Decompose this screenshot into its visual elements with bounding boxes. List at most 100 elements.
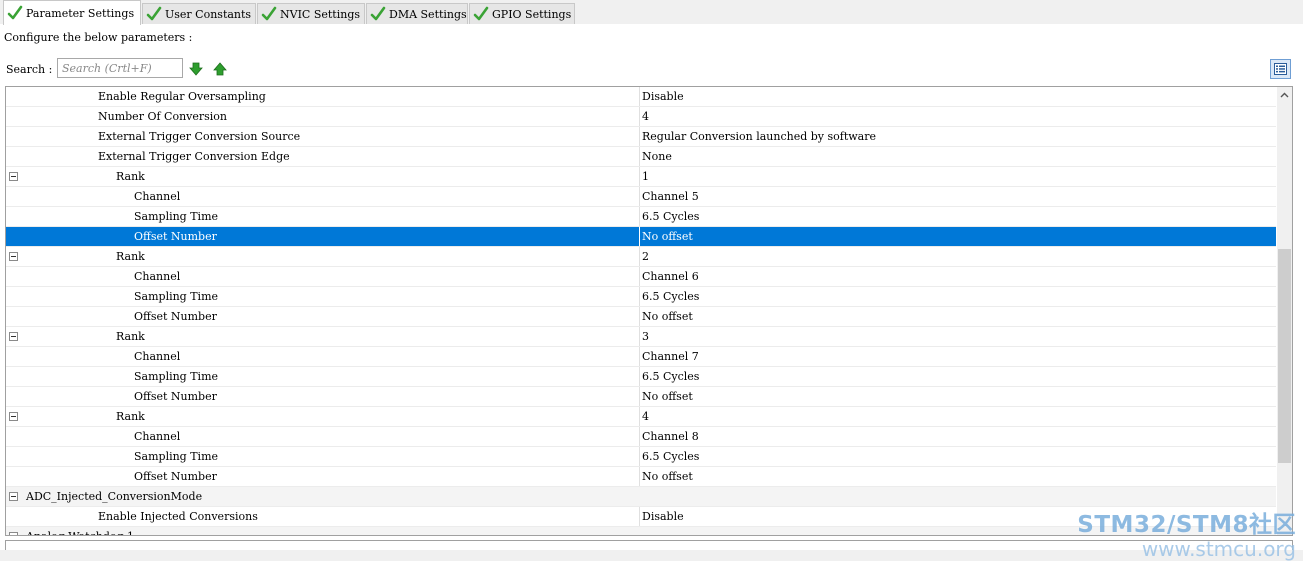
group-row[interactable]: Analog Watchdog 1 — [6, 527, 1276, 535]
tab-parameter-settings[interactable]: Parameter Settings — [3, 0, 141, 25]
check-icon — [146, 6, 162, 21]
column-divider — [639, 387, 640, 406]
search-input[interactable] — [57, 58, 183, 78]
parameter-value[interactable]: 6.5 Cycles — [642, 210, 699, 223]
collapse-icon[interactable] — [9, 172, 18, 181]
parameter-name: Sampling Time — [134, 290, 219, 303]
search-previous-button[interactable] — [212, 61, 228, 77]
column-divider — [639, 227, 640, 246]
chevron-up-icon — [1280, 92, 1289, 97]
column-divider — [639, 207, 640, 226]
parameter-name: Rank — [116, 410, 145, 423]
parameter-value[interactable]: Channel 8 — [642, 430, 699, 443]
tab-user-constants[interactable]: User Constants — [142, 3, 256, 24]
tab-gpio-settings[interactable]: GPIO Settings — [469, 3, 575, 24]
collapse-icon[interactable] — [9, 332, 18, 341]
column-divider — [639, 347, 640, 366]
parameter-value[interactable]: Disable — [642, 90, 684, 103]
parameter-value[interactable]: Channel 7 — [642, 350, 699, 363]
table-row[interactable]: Rank 2 — [6, 247, 1276, 267]
table-row[interactable]: Offset Number No offset — [6, 467, 1276, 487]
scrollbar-thumb[interactable] — [1278, 249, 1291, 463]
table-row[interactable]: Sampling Time 6.5 Cycles — [6, 447, 1276, 467]
table-row[interactable]: External Trigger Conversion Edge None — [6, 147, 1276, 167]
table-row[interactable]: Channel Channel 5 — [6, 187, 1276, 207]
tab-dma-settings[interactable]: DMA Settings — [366, 3, 468, 24]
parameter-name: External Trigger Conversion Edge — [98, 150, 290, 163]
table-row[interactable]: Offset Number No offset — [6, 387, 1276, 407]
parameter-value[interactable]: No offset — [642, 470, 693, 483]
column-divider — [639, 87, 640, 106]
parameter-value[interactable]: 1 — [642, 170, 649, 183]
check-icon — [7, 5, 23, 20]
parameter-value[interactable]: 4 — [642, 110, 649, 123]
table-row[interactable]: Offset Number No offset — [6, 227, 1276, 247]
parameter-value[interactable]: 6.5 Cycles — [642, 290, 699, 303]
parameter-value[interactable]: 4 — [642, 410, 649, 423]
parameter-name: Offset Number — [134, 390, 217, 403]
table-row[interactable]: Rank 1 — [6, 167, 1276, 187]
table-row[interactable]: Rank 4 — [6, 407, 1276, 427]
search-label: Search : — [6, 63, 53, 76]
column-divider — [639, 267, 640, 286]
list-view-button[interactable] — [1270, 59, 1291, 79]
tab-bar: Parameter Settings User Constants NVIC S… — [0, 0, 1303, 25]
parameter-value[interactable]: 6.5 Cycles — [642, 370, 699, 383]
tab-label: User Constants — [165, 7, 252, 21]
column-divider — [639, 307, 640, 326]
column-divider — [639, 467, 640, 486]
table-row[interactable]: Channel Channel 6 — [6, 267, 1276, 287]
tab-label: DMA Settings — [389, 7, 467, 21]
scroll-up-button[interactable] — [1277, 87, 1292, 102]
group-row[interactable]: ADC_Injected_ConversionMode — [6, 487, 1276, 507]
parameter-value[interactable]: No offset — [642, 230, 693, 243]
column-divider — [639, 367, 640, 386]
search-next-button[interactable] — [188, 61, 204, 77]
table-row[interactable]: Enable Regular Oversampling Disable — [6, 87, 1276, 107]
parameter-value[interactable]: Channel 5 — [642, 190, 699, 203]
parameter-table: Enable Regular Oversampling Disable Number… — [5, 86, 1293, 536]
column-divider — [639, 427, 640, 446]
collapse-icon[interactable] — [9, 492, 18, 501]
table-row[interactable]: Rank 3 — [6, 327, 1276, 347]
parameter-value[interactable]: No offset — [642, 390, 693, 403]
column-divider — [639, 187, 640, 206]
parameter-rows: Enable Regular Oversampling Disable Number… — [6, 87, 1276, 535]
table-row[interactable]: Sampling Time 6.5 Cycles — [6, 287, 1276, 307]
parameter-name: Sampling Time — [134, 450, 219, 463]
collapse-icon[interactable] — [9, 412, 18, 421]
column-divider — [639, 147, 640, 166]
parameter-value[interactable]: No offset — [642, 310, 693, 323]
collapse-icon[interactable] — [9, 532, 18, 535]
vertical-scrollbar[interactable] — [1277, 87, 1292, 535]
column-divider — [639, 247, 640, 266]
column-divider — [639, 447, 640, 466]
parameter-value[interactable]: 2 — [642, 250, 649, 263]
parameter-name: Offset Number — [134, 470, 217, 483]
parameter-name: Sampling Time — [134, 210, 219, 223]
parameter-name: Rank — [116, 330, 145, 343]
table-row[interactable]: Number Of Conversion 4 — [6, 107, 1276, 127]
parameter-name: Rank — [116, 170, 145, 183]
table-row[interactable]: External Trigger Conversion Source Regula… — [6, 127, 1276, 147]
table-row[interactable]: Sampling Time 6.5 Cycles — [6, 207, 1276, 227]
table-row[interactable]: Channel Channel 8 — [6, 427, 1276, 447]
parameter-value[interactable]: Disable — [642, 510, 684, 523]
table-row[interactable]: Offset Number No offset — [6, 307, 1276, 327]
column-divider — [639, 287, 640, 306]
tab-label: Parameter Settings — [26, 6, 135, 20]
parameter-value[interactable]: Regular Conversion launched by software — [642, 130, 876, 143]
column-divider — [639, 507, 640, 526]
parameter-value[interactable]: 6.5 Cycles — [642, 450, 699, 463]
parameter-value[interactable]: None — [642, 150, 672, 163]
parameter-value[interactable]: 3 — [642, 330, 649, 343]
tab-nvic-settings[interactable]: NVIC Settings — [257, 3, 365, 24]
column-divider — [639, 127, 640, 146]
table-row[interactable]: Channel Channel 7 — [6, 347, 1276, 367]
parameter-value[interactable]: Channel 6 — [642, 270, 699, 283]
table-row[interactable]: Sampling Time 6.5 Cycles — [6, 367, 1276, 387]
collapse-icon[interactable] — [9, 252, 18, 261]
table-row[interactable]: Enable Injected Conversions Disable — [6, 507, 1276, 527]
column-divider — [639, 167, 640, 186]
column-divider — [639, 107, 640, 126]
